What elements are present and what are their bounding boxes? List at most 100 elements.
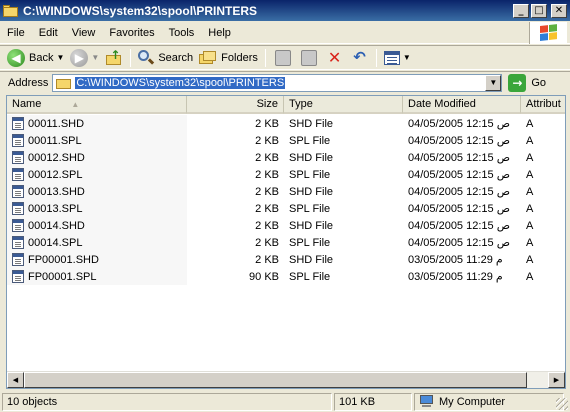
file-type: SHD File [289,185,334,198]
file-list-view[interactable]: Name ▲ Size Type Date Modified Attribut 0… [6,95,566,389]
back-button[interactable]: ◀ Back ▼ [4,47,67,69]
file-row[interactable]: FP00001.SPL 90 KB SPL File 03/05/2005 11:29… [7,268,565,285]
maximize-button[interactable]: □ [531,3,547,18]
views-dropdown-icon: ▼ [402,53,411,62]
file-icon [12,117,24,130]
address-dropdown-button[interactable]: ▼ [485,74,502,91]
file-row[interactable]: FP00001.SHD 2 KB SHD File 03/05/2005 11:29 … [7,251,565,268]
address-path[interactable]: C:\WINDOWS\system32\spool\PRINTERS [75,76,286,89]
menu-tools[interactable]: Tools [162,27,202,39]
move-to-button[interactable] [270,47,296,69]
file-attributes: A [526,151,534,164]
folders-button[interactable]: Folders [196,47,261,69]
file-name-cell[interactable]: 00011.SHD [7,115,187,132]
views-button[interactable]: ▼ [381,47,414,69]
file-row[interactable]: 00014.SPL 2 KB SPL File 04/05/2005 12:15 ص A [7,234,565,251]
folders-label: Folders [221,51,258,64]
file-name-cell[interactable]: 00014.SHD [7,217,187,234]
file-date-modified: 04/05/2005 12:15 ص [408,220,511,232]
file-type: SPL File [289,134,331,147]
menu-edit[interactable]: Edit [32,27,65,39]
file-date-modified: 04/05/2005 12:15 ص [408,169,511,181]
file-icon [12,253,24,266]
file-name-cell[interactable]: FP00001.SPL [7,268,187,285]
column-header-row: Name ▲ Size Type Date Modified Attribut [7,96,565,114]
scroll-right-button[interactable]: ▶ [548,372,565,388]
search-button[interactable]: Search [135,47,196,69]
file-row[interactable]: 00011.SPL 2 KB SPL File 04/05/2005 12:15 ص A [7,132,565,149]
file-attributes: A [526,202,534,215]
file-size: 2 KB [255,168,279,181]
file-icon [12,202,24,215]
column-header-size[interactable]: Size [187,96,284,114]
forward-dropdown-icon[interactable]: ▼ [91,53,99,62]
file-name-cell[interactable]: 00011.SPL [7,132,187,149]
file-size: 2 KB [255,151,279,164]
go-button[interactable]: → Go [508,73,546,92]
close-button[interactable]: ✕ [551,3,567,18]
menu-help[interactable]: Help [201,27,238,39]
search-label: Search [158,51,194,64]
column-header-name[interactable]: Name ▲ [7,96,187,114]
views-icon [383,50,400,65]
scroll-thumb[interactable] [24,372,528,388]
file-icon [12,134,24,147]
standard-toolbar: ◀ Back ▼ ▶ ▼ ↑ Search Folders ✕ ↶ ▼ [0,45,570,70]
file-name: 00012.SHD [28,151,85,164]
file-name: 00011.SPL [28,134,82,147]
scroll-track[interactable] [24,372,548,388]
file-date-modified: 03/05/2005 11:29 م [408,254,503,266]
file-attributes: A [526,117,534,130]
menu-view[interactable]: View [65,27,103,39]
forward-button[interactable]: ▶ ▼ [67,47,102,69]
column-header-date-modified[interactable]: Date Modified [403,96,521,114]
file-row[interactable]: 00011.SHD 2 KB SHD File 04/05/2005 12:15 ص A [7,115,565,132]
move-to-icon [274,49,291,66]
resize-grip[interactable] [556,398,568,410]
scroll-left-button[interactable]: ◀ [7,372,24,388]
file-size: 2 KB [255,236,279,249]
menu-favorites[interactable]: Favorites [102,27,161,39]
file-type: SHD File [289,117,334,130]
file-row[interactable]: 00013.SHD 2 KB SHD File 04/05/2005 12:15 ص A [7,183,565,200]
file-icon [12,219,24,232]
file-name-cell[interactable]: 00012.SHD [7,149,187,166]
status-location-label: My Computer [439,395,506,408]
column-header-attributes[interactable]: Attribut [521,96,565,114]
file-name: FP00001.SHD [28,253,99,266]
file-row[interactable]: 00012.SPL 2 KB SPL File 04/05/2005 12:15 ص A [7,166,565,183]
file-date-modified: 04/05/2005 12:15 ص [408,203,511,215]
file-name-cell[interactable]: 00014.SPL [7,234,187,251]
file-icon [12,151,24,164]
file-name: FP00001.SPL [28,270,97,283]
file-row[interactable]: 00012.SHD 2 KB SHD File 04/05/2005 12:15 ص A [7,149,565,166]
up-folder-button[interactable]: ↑ [102,47,126,69]
folders-icon [199,50,217,66]
file-name-cell[interactable]: 00013.SHD [7,183,187,200]
title-bar[interactable]: C:\WINDOWS\system32\spool\PRINTERS _ □ ✕ [0,0,570,21]
delete-button[interactable]: ✕ [322,47,347,69]
menu-file[interactable]: File [0,27,32,39]
file-name-cell[interactable]: 00013.SPL [7,200,187,217]
column-header-type[interactable]: Type [284,96,403,114]
file-icon [12,185,24,198]
address-input[interactable]: C:\WINDOWS\system32\spool\PRINTERS ▼ [52,73,503,92]
horizontal-scrollbar[interactable]: ◀ ▶ [7,371,565,388]
file-name: 00013.SPL [28,202,83,215]
status-location: My Computer [414,392,564,411]
copy-to-button[interactable] [296,47,322,69]
file-name-cell[interactable]: FP00001.SHD [7,251,187,268]
file-size: 2 KB [255,202,279,215]
status-total-size: 101 KB [334,392,412,411]
file-row[interactable]: 00014.SHD 2 KB SHD File 04/05/2005 12:15 ص A [7,217,565,234]
sort-ascending-icon: ▲ [71,99,80,109]
file-type: SPL File [289,236,331,249]
minimize-button[interactable]: _ [513,3,529,18]
file-row[interactable]: 00013.SPL 2 KB SPL File 04/05/2005 12:15 ص A [7,200,565,217]
my-computer-icon [419,395,435,408]
file-date-modified: 04/05/2005 12:15 ص [408,118,511,130]
undo-button[interactable]: ↶ [347,47,372,69]
back-dropdown-icon[interactable]: ▼ [56,53,64,62]
file-name-cell[interactable]: 00012.SPL [7,166,187,183]
file-date-modified: 04/05/2005 12:15 ص [408,186,511,198]
